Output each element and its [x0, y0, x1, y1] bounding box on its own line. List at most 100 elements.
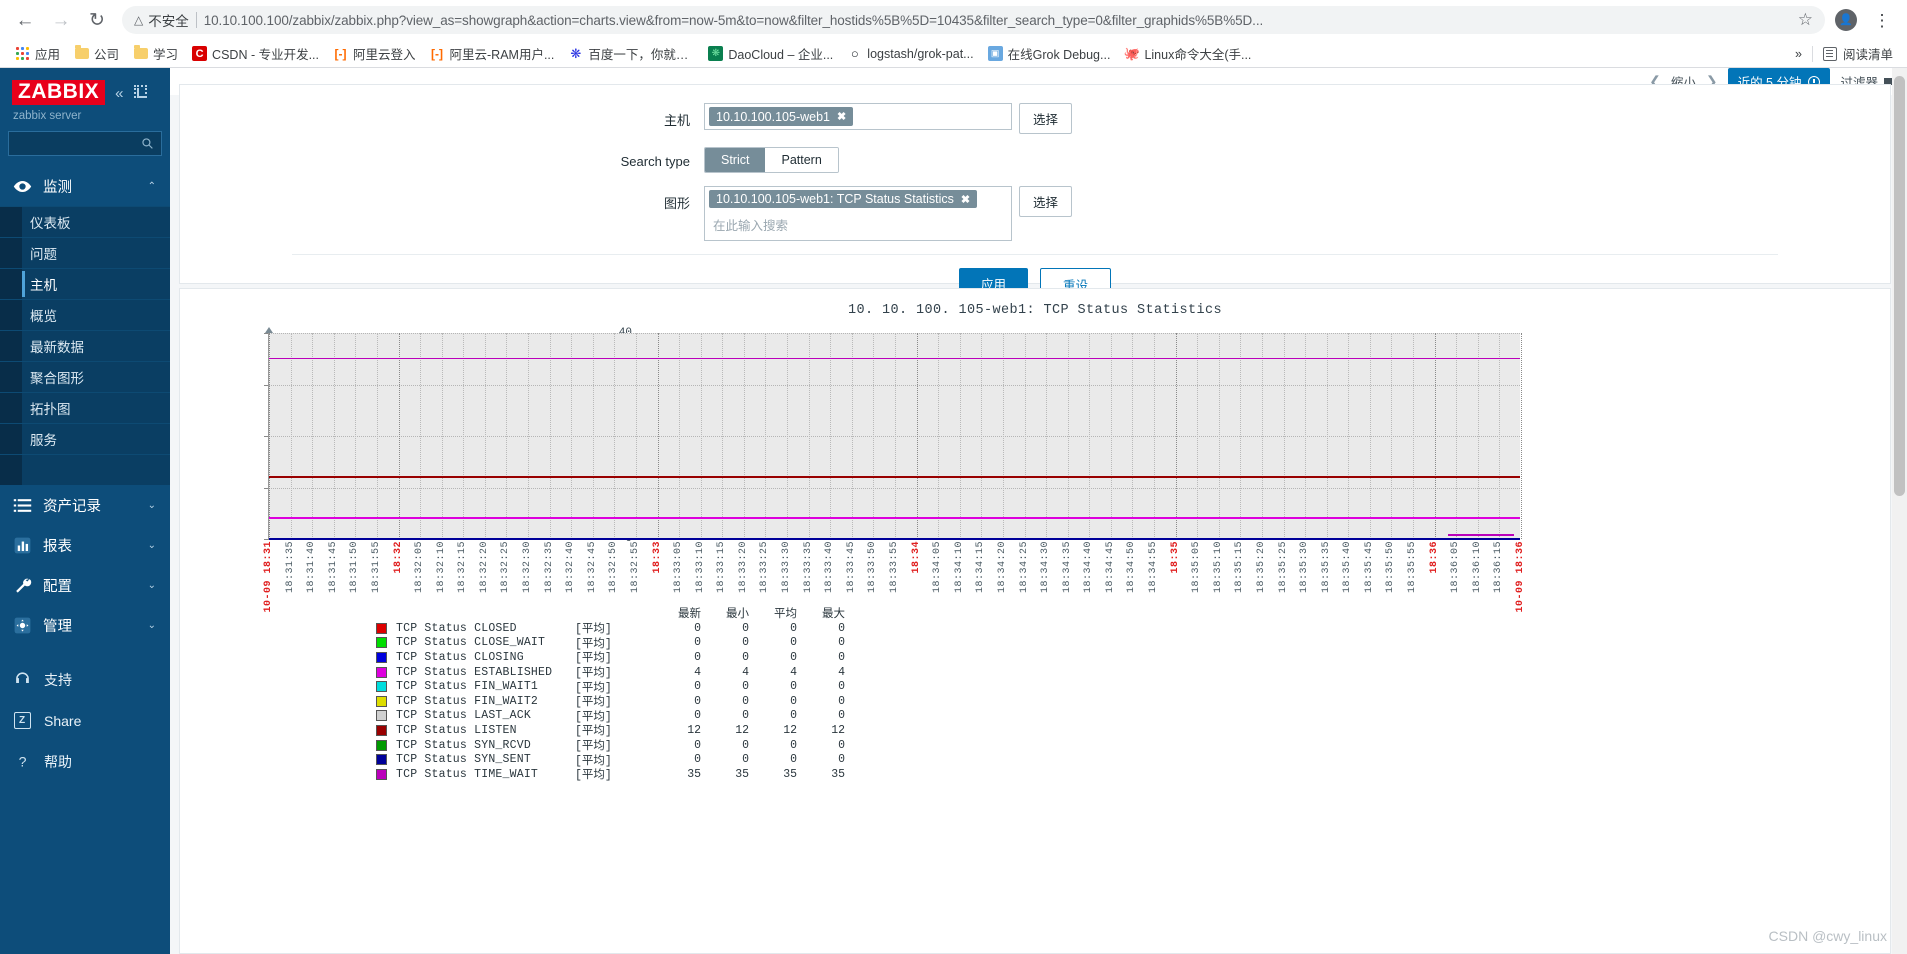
sidebar-item-problems[interactable]: 问题 [0, 237, 170, 268]
legend-series-function: [平均] [575, 623, 612, 637]
chevron-up-icon[interactable]: ⌃ [148, 181, 156, 192]
gridline-vertical [1499, 333, 1501, 539]
sidebar-item-label: 最新数据 [30, 340, 84, 356]
bookmark-apps[interactable]: 应用 [8, 42, 67, 65]
url-text[interactable]: 10.10.100.100/zabbix/zabbix.php?view_as=… [204, 13, 1791, 28]
bookmark-logstash-grok[interactable]: ○ logstash/grok-pat... [840, 44, 980, 63]
sidebar-item-share[interactable]: Z Share [0, 700, 170, 741]
gridline-vertical [571, 333, 573, 539]
sidebar-item-maps[interactable]: 拓扑图 [0, 392, 170, 423]
plot-area[interactable] [268, 333, 1522, 540]
reading-list-button[interactable]: 阅读清单 [1822, 44, 1893, 63]
x-axis-tick-label: 18:34:55 [1148, 541, 1160, 594]
x-axis-tick-label: 10-09 18:31 [263, 541, 274, 613]
legend-row[interactable]: TCP Status LAST_ACK [平均] 0 0 0 0 [376, 709, 845, 724]
gridline-vertical [1197, 333, 1199, 539]
collapse-sidebar-icon[interactable]: « [115, 85, 123, 102]
expand-sidebar-icon[interactable] [133, 85, 147, 98]
sidebar-group-inventory[interactable]: 资产记录 ⌄ [0, 485, 170, 525]
legend-value-max: 0 [838, 650, 845, 664]
server-name: zabbix server [13, 110, 82, 123]
x-axis-tick-label: 18:33:20 [737, 541, 749, 594]
legend-row[interactable]: TCP Status LISTEN [平均] 12 12 12 12 [376, 723, 845, 738]
bookmark-star-icon[interactable]: ☆ [1798, 10, 1813, 30]
sidebar-item-discovery[interactable]: 服务 [0, 423, 170, 454]
bookmark-aliyun-ram[interactable]: [-] 阿里云-RAM用户... [423, 42, 562, 65]
gridline-vertical [1326, 333, 1328, 539]
remove-chip-icon[interactable]: ✖ [837, 110, 846, 123]
legend-row[interactable]: TCP Status SYN_SENT [平均] 0 0 0 0 [376, 752, 845, 768]
chevron-down-icon[interactable]: ⌄ [148, 620, 156, 631]
search-input[interactable] [8, 131, 162, 157]
bookmark-csdn[interactable]: C CSDN - 专业开发... [185, 42, 326, 65]
scrollbar-thumb[interactable] [1894, 76, 1905, 496]
legend-row[interactable]: TCP Status FIN_WAIT1 [平均] 0 0 0 0 [376, 679, 845, 695]
graph-search-placeholder[interactable]: 在此输入搜索 [709, 212, 1007, 237]
legend-row[interactable]: TCP Status CLOSED [平均] 0 0 0 0 [376, 621, 845, 636]
zabbix-logo[interactable]: ZABBIX [12, 80, 106, 106]
bookmark-grok-debug[interactable]: ▣ 在线Grok Debug... [981, 42, 1118, 65]
bookmark-linux-commands[interactable]: 🐙 Linux命令大全(手... [1117, 42, 1258, 65]
graph-select-button[interactable]: 选择 [1019, 186, 1073, 217]
back-arrow-icon[interactable]: ← [10, 5, 40, 35]
profile-avatar-icon[interactable]: 👤 [1831, 5, 1861, 35]
chevron-down-icon[interactable]: ⌄ [148, 580, 156, 591]
graph-multiselect-input[interactable]: 10.10.100.105-web1: TCP Status Statistic… [704, 186, 1012, 241]
reading-list-icon [1822, 46, 1837, 61]
remove-chip-icon[interactable]: ✖ [961, 193, 970, 206]
browser-menu-icon[interactable]: ⋮ [1867, 5, 1897, 35]
legend-row[interactable]: TCP Status TIME_WAIT [平均] 35 35 35 35 [376, 767, 845, 782]
search-type-pattern[interactable]: Pattern [765, 148, 838, 172]
filter-row-graph: 图形 10.10.100.105-web1: TCP Status Statis… [180, 186, 1890, 241]
page-scrollbar[interactable] [1892, 68, 1907, 954]
chevron-down-icon[interactable]: ⌄ [148, 500, 156, 511]
gridline-vertical [808, 333, 810, 539]
series-line-tcp-status-listen [269, 476, 1520, 478]
sidebar-group-monitoring[interactable]: 监测 ⌃ [0, 166, 170, 206]
forward-arrow-icon[interactable]: → [46, 5, 76, 35]
sidebar-item-services[interactable] [0, 454, 170, 485]
gridline-vertical [441, 333, 443, 539]
sidebar-item-label: 拓扑图 [30, 402, 71, 418]
bookmark-folder-study[interactable]: 学习 [126, 42, 185, 65]
site-security-status[interactable]: △ 不安全 [134, 10, 189, 30]
sidebar-item-hosts[interactable]: 主机 [0, 268, 170, 299]
series-line-tcp-status-time-wait [269, 357, 1520, 360]
sidebar-item-support[interactable]: 支持 [0, 659, 170, 700]
bookmark-aliyun-login[interactable]: [-] 阿里云登入 [326, 42, 423, 65]
sidebar-group-administration[interactable]: 管理 ⌄ [0, 605, 170, 645]
sidebar-item-dashboard[interactable]: 仪表板 [0, 206, 170, 237]
legend-row[interactable]: TCP Status SYN_RCVD [平均] 0 0 0 0 [376, 738, 845, 753]
graph-chip[interactable]: 10.10.100.105-web1: TCP Status Statistic… [709, 190, 978, 208]
bookmark-daocloud[interactable]: ❋ DaoCloud – 企业... [701, 42, 840, 65]
eye-icon [12, 176, 32, 196]
sidebar-item-latest-data[interactable]: 最新数据 [0, 330, 170, 361]
sidebar-group-configuration[interactable]: 配置 ⌄ [0, 565, 170, 605]
graph-legend: 最新 最小 平均 最大 TCP Status CLOSED [平均] 0 0 0 0 TCP… [376, 605, 845, 782]
legend-row[interactable]: TCP Status CLOSING [平均] 0 0 0 0 [376, 650, 845, 665]
bookmark-baidu[interactable]: ❋ 百度一下，你就知道 [561, 42, 701, 65]
legend-color-swatch [376, 681, 387, 693]
host-multiselect-input[interactable]: 10.10.100.105-web1 ✖ [704, 103, 1012, 130]
legend-series-name: TCP Status TIME_WAIT [396, 767, 539, 781]
legend-row[interactable]: TCP Status ESTABLISHED [平均] 4 4 4 4 [376, 665, 845, 680]
bookmark-folder-company[interactable]: 公司 [67, 42, 126, 65]
host-chip[interactable]: 10.10.100.105-web1 ✖ [709, 107, 854, 126]
sidebar-item-help[interactable]: ? 帮助 [0, 741, 170, 782]
legend-row[interactable]: TCP Status CLOSE_WAIT [平均] 0 0 0 0 [376, 636, 845, 651]
gridline-vertical [1283, 333, 1285, 539]
host-select-button[interactable]: 选择 [1019, 103, 1073, 134]
sidebar-item-aggregate-graphs[interactable]: 聚合图形 [0, 361, 170, 392]
bookmarks-overflow-button[interactable]: » [1795, 47, 1802, 61]
legend-row[interactable]: TCP Status FIN_WAIT2 [平均] 0 0 0 0 [376, 694, 845, 709]
chevron-down-icon[interactable]: ⌄ [148, 540, 156, 551]
reload-icon[interactable]: ↻ [82, 5, 112, 35]
address-bar[interactable]: △ 不安全 10.10.100.100/zabbix/zabbix.php?vi… [122, 6, 1825, 34]
x-axis-tick-label: 18:31:55 [370, 541, 382, 594]
sidebar-group-reports[interactable]: 报表 ⌄ [0, 525, 170, 565]
gridline-vertical [1089, 333, 1091, 539]
x-axis-tick-label: 18:32:30 [522, 541, 534, 594]
sidebar-item-overview[interactable]: 概览 [0, 299, 170, 330]
search-type-strict[interactable]: Strict [705, 148, 766, 172]
sidebar-group-label: 管理 [43, 618, 72, 635]
